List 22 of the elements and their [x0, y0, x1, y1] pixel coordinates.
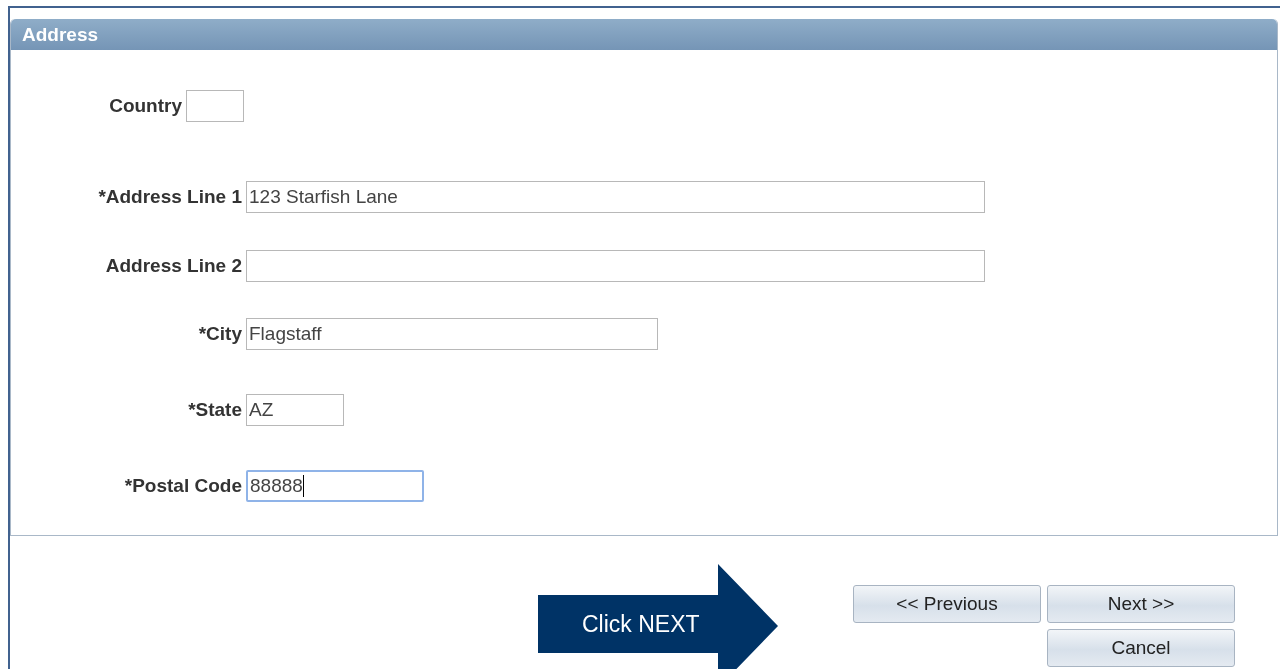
text-cursor: [302, 475, 304, 497]
field-label: Address Line 2: [104, 255, 243, 277]
field-label: *Address Line 1: [97, 186, 243, 208]
action-button[interactable]: << Previous: [853, 585, 1041, 623]
field-value: Flagstaff: [249, 323, 322, 345]
field-value: AZ: [249, 399, 274, 421]
field-label: Country: [108, 95, 183, 117]
callout-text: Click NEXT: [582, 611, 700, 638]
field-value: 123 Starfish Lane: [249, 186, 398, 208]
input-field[interactable]: 88888: [246, 470, 424, 502]
field-label: *Postal Code: [123, 475, 243, 497]
input-field[interactable]: [186, 90, 244, 122]
input-field[interactable]: Flagstaff: [246, 318, 658, 350]
field-label: *State: [187, 399, 243, 421]
input-field[interactable]: 123 Starfish Lane: [246, 181, 985, 213]
action-button[interactable]: Cancel: [1047, 629, 1235, 667]
field-label: *City: [197, 323, 243, 345]
field-value: 88888: [250, 475, 303, 497]
section-title: Address: [22, 23, 99, 46]
input-field[interactable]: AZ: [246, 394, 344, 426]
input-field[interactable]: [246, 250, 985, 282]
action-button[interactable]: Next >>: [1047, 585, 1235, 623]
